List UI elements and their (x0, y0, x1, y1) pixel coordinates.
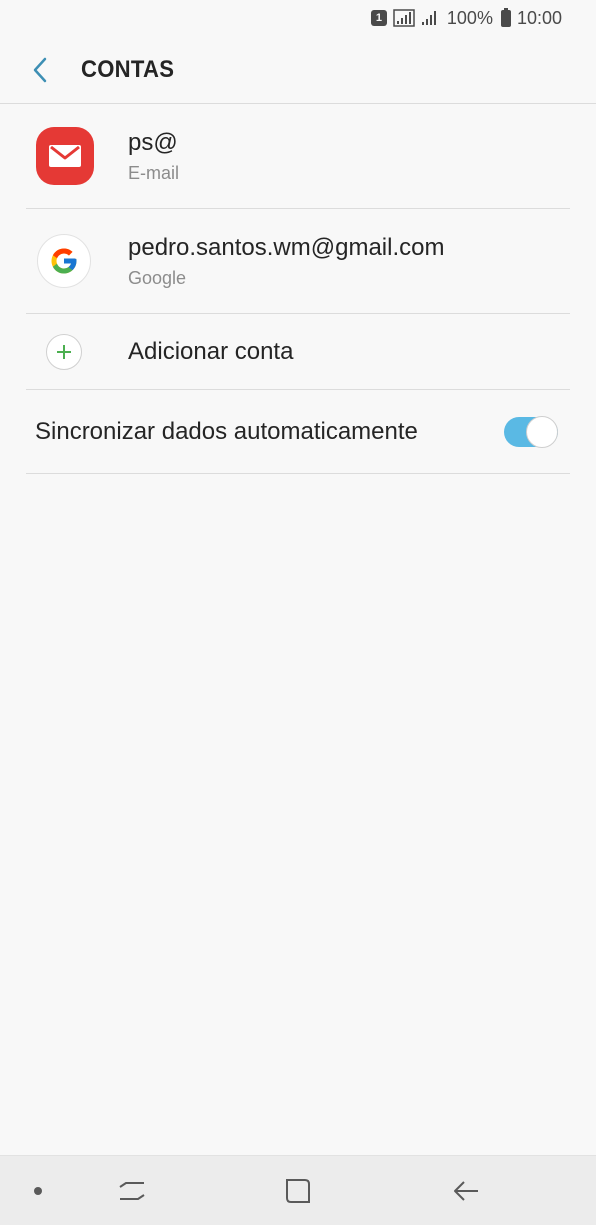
toggle-knob (526, 415, 558, 448)
signal-icon (393, 9, 415, 27)
account-item-email[interactable]: ps@ E-mail (26, 104, 570, 209)
sim-card-icon: 1 (370, 10, 387, 26)
home-button[interactable] (268, 1156, 328, 1225)
battery-icon (500, 7, 511, 27)
account-name: pedro.santos.wm@gmail.com (128, 233, 445, 261)
status-bar: 1 100% 10:00 (0, 0, 596, 36)
google-icon (37, 234, 91, 288)
clock: 10:00 (516, 7, 562, 28)
account-name: ps@ (128, 128, 178, 156)
auto-sync-toggle[interactable] (504, 415, 558, 448)
account-type: Google (128, 267, 187, 288)
battery-percent: 100% (446, 7, 493, 28)
auto-sync-row[interactable]: Sincronizar dados automaticamente (26, 390, 570, 474)
app-header: CONTAS (0, 36, 596, 104)
add-account-label: Adicionar conta (128, 337, 294, 365)
back-button[interactable] (10, 40, 70, 100)
home-icon (286, 1178, 310, 1203)
dot-icon (34, 1186, 42, 1195)
recents-button[interactable] (102, 1156, 162, 1225)
signal-secondary-icon (421, 11, 436, 25)
email-app-icon (36, 127, 94, 185)
auto-sync-label: Sincronizar dados automaticamente (35, 417, 418, 445)
chevron-left-icon (33, 57, 47, 82)
nav-dot-button[interactable] (18, 1156, 58, 1225)
accounts-list: ps@ E-mail pedro.santos.wm@gmail.com Goo… (0, 104, 596, 474)
page-title: CONTAS (81, 55, 175, 83)
add-account-button[interactable]: Adicionar conta (26, 314, 570, 390)
account-type: E-mail (128, 162, 180, 183)
nav-back-button[interactable] (436, 1156, 496, 1225)
recents-icon (119, 1181, 145, 1200)
back-arrow-icon (454, 1180, 478, 1201)
account-item-google[interactable]: pedro.santos.wm@gmail.com Google (26, 209, 570, 314)
navigation-bar (0, 1155, 596, 1225)
plus-icon (46, 333, 82, 370)
